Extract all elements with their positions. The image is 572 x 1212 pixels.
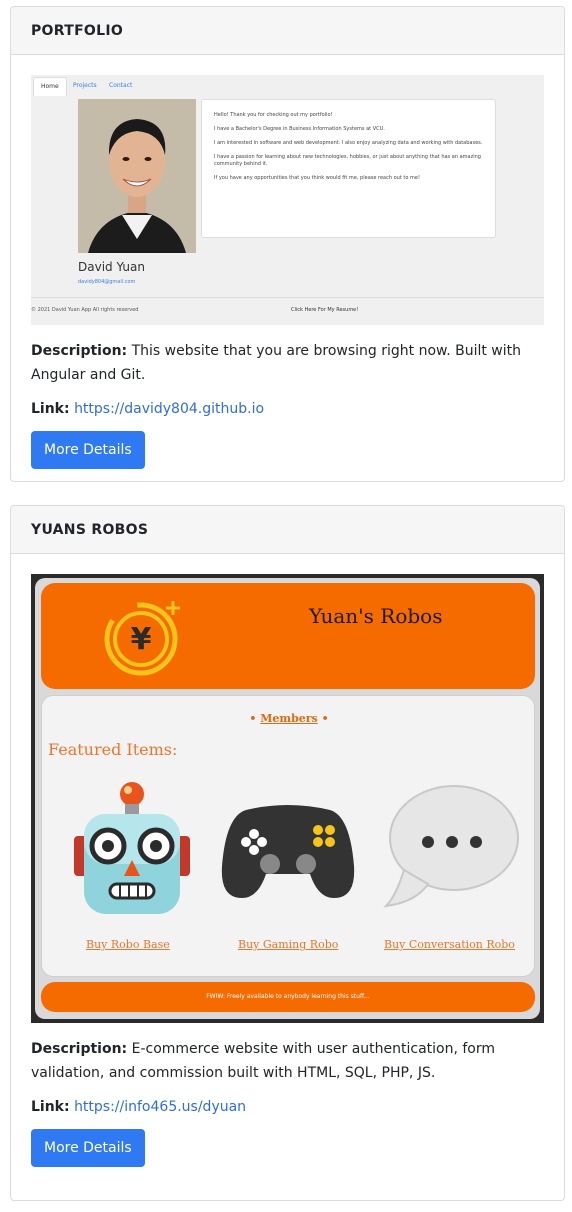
- robos-screenshot: ¥ Yuan's Robos • Members • Featured Item…: [31, 574, 544, 1023]
- project-description: Description: E-commerce website with use…: [31, 1037, 544, 1085]
- members-link: Members: [260, 712, 318, 725]
- buy-robo-base-link: Buy Robo Base: [86, 938, 170, 951]
- profile-name: David Yuan: [78, 260, 145, 274]
- yen-coin-icon: ¥: [104, 601, 180, 676]
- gamepad-icon: [221, 805, 355, 898]
- project-link-row: Link: https://davidy804.github.io: [31, 401, 544, 417]
- project-description: Description: This website that you are b…: [31, 339, 544, 387]
- project-link[interactable]: https://davidy804.github.io: [74, 401, 264, 417]
- link-label: Link:: [31, 401, 70, 417]
- description-label: Description:: [31, 1041, 128, 1057]
- about-line: Hello! Thank you for checking out my por…: [214, 112, 333, 118]
- screenshot-resume-link: Click Here For My Resume!: [291, 307, 359, 313]
- more-details-button[interactable]: More Details: [31, 431, 145, 469]
- portfolio-screenshot: Home Projects Contact Hello! Thank you f…: [31, 75, 544, 325]
- buy-conversation-robo-link: Buy Conversation Robo: [384, 938, 515, 951]
- buy-gaming-robo-link: Buy Gaming Robo: [238, 938, 339, 951]
- screenshot-copyright: © 2021 David Yuan App All rights reserve…: [31, 307, 139, 313]
- screenshot-tab-projects: Projects: [73, 82, 97, 89]
- link-label: Link:: [31, 1099, 70, 1115]
- project-link[interactable]: https://info465.us/dyuan: [74, 1099, 246, 1115]
- about-line: I have a Bachelor's Degree in Business I…: [214, 126, 385, 132]
- card-header: PORTFOLIO: [11, 7, 564, 55]
- description-label: Description:: [31, 343, 128, 359]
- featured-heading: Featured Items:: [48, 740, 178, 759]
- about-line: I am interested in software and web deve…: [214, 140, 483, 146]
- robos-main-panel: • Members • Featured Items: Buy Robo Bas…: [41, 695, 535, 977]
- about-card: Hello! Thank you for checking out my por…: [201, 99, 496, 238]
- project-card-yuans-robos: YUANS ROBOS ¥ Yuan's Robos • Members • F…: [10, 505, 565, 1201]
- card-header: YUANS ROBOS: [11, 506, 564, 554]
- screenshot-nav: Home Projects Contact: [31, 75, 544, 96]
- profile-email: davidy804@gmail.com: [78, 279, 136, 285]
- screenshot-tab-home: Home: [33, 77, 67, 96]
- about-line: If you have any opportunities that you t…: [214, 175, 420, 181]
- project-link-row: Link: https://info465.us/dyuan: [31, 1099, 544, 1115]
- svg-text:¥: ¥: [131, 622, 152, 657]
- about-line: I have a passion for learning about new …: [214, 154, 481, 167]
- robot-icon: [74, 782, 190, 914]
- profile-photo: [78, 99, 196, 253]
- speech-bubble-icon: [383, 785, 519, 908]
- robos-header: ¥ Yuan's Robos: [41, 583, 535, 689]
- robos-footer: FWIW: Freely available to anybody learni…: [41, 982, 535, 1012]
- project-title: YUANS ROBOS: [31, 521, 149, 538]
- project-card-portfolio: PORTFOLIO Home Projects Contact Hello! T…: [10, 6, 565, 482]
- more-details-button[interactable]: More Details: [31, 1129, 145, 1167]
- screenshot-tab-contact: Contact: [109, 82, 133, 89]
- robos-site-title: Yuan's Robos: [309, 604, 443, 628]
- project-title: PORTFOLIO: [31, 22, 124, 39]
- robos-nav: • Members •: [249, 712, 329, 725]
- footer-divider: [31, 297, 544, 298]
